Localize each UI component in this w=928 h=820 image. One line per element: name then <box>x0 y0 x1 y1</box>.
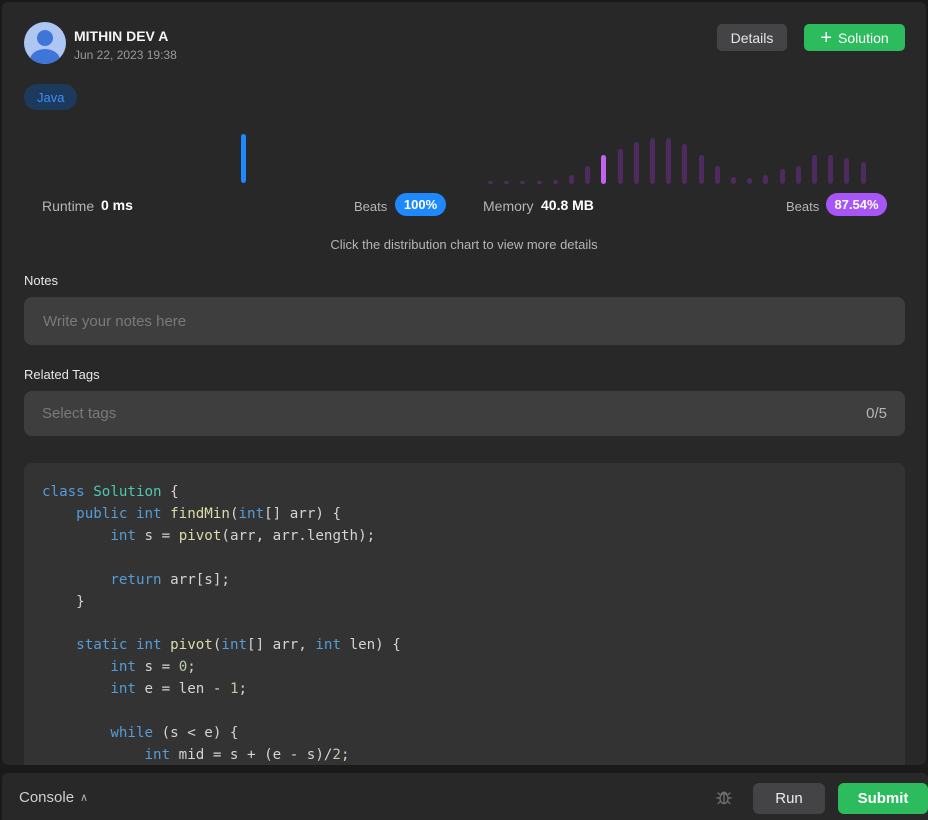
submit-button[interactable]: Submit <box>838 783 928 814</box>
run-button[interactable]: Run <box>753 783 825 814</box>
memory-distribution-bar[interactable] <box>585 166 590 184</box>
tags-placeholder: Select tags <box>42 405 117 422</box>
memory-distribution-bar[interactable] <box>763 175 768 184</box>
memory-distribution-bar[interactable] <box>488 181 493 184</box>
tags-count: 0/5 <box>866 405 887 422</box>
language-tag: Java <box>24 84 78 110</box>
avatar-body <box>30 49 60 64</box>
runtime-label: Runtime <box>42 198 95 214</box>
memory-distribution-bar[interactable] <box>812 155 817 184</box>
memory-distribution-bar[interactable] <box>537 181 542 184</box>
memory-distribution-bar[interactable] <box>844 158 849 184</box>
avatar[interactable] <box>24 22 66 64</box>
code-viewer[interactable]: class Solution { public int findMin(int[… <box>24 463 905 765</box>
console-label: Console <box>19 789 75 806</box>
memory-distribution-chart[interactable] <box>484 132 884 184</box>
memory-distribution-bar[interactable] <box>553 180 558 184</box>
memory-distribution-bar[interactable] <box>569 175 574 184</box>
memory-distribution-bar[interactable] <box>861 162 866 184</box>
memory-distribution-bar[interactable] <box>666 138 671 184</box>
runtime-beats-badge: 100% <box>395 193 446 216</box>
tags-select[interactable]: Select tags 0/5 <box>24 391 905 436</box>
console-toggle[interactable]: Console ∧ <box>19 789 88 806</box>
memory-label: Memory <box>483 198 534 214</box>
plus-icon: + <box>820 26 833 49</box>
chevron-up-icon: ∧ <box>80 792 89 804</box>
related-tags-label: Related Tags <box>24 367 100 382</box>
memory-beats-badge: 87.54% <box>826 193 887 216</box>
memory-distribution-bar[interactable] <box>682 144 687 184</box>
memory-distribution-bar[interactable] <box>504 181 509 184</box>
details-button[interactable]: Details <box>717 24 787 51</box>
solution-button-label: Solution <box>838 29 889 46</box>
distribution-hint: Click the distribution chart to view mor… <box>330 237 598 252</box>
memory-beats-label: Beats <box>786 199 820 214</box>
runtime-value: 0 ms <box>101 197 133 213</box>
avatar-head <box>37 30 53 46</box>
memory-distribution-bar[interactable] <box>828 155 833 184</box>
runtime-beats-label: Beats <box>354 199 388 214</box>
submission-timestamp: Jun 22, 2023 19:38 <box>74 48 177 62</box>
memory-distribution-bar[interactable] <box>747 178 752 184</box>
memory-distribution-bar[interactable] <box>715 166 720 184</box>
memory-distribution-bar[interactable] <box>618 149 623 184</box>
memory-distribution-bar[interactable] <box>699 155 704 184</box>
bug-icon[interactable] <box>715 788 733 806</box>
code-content: class Solution { public int findMin(int[… <box>42 484 401 763</box>
memory-distribution-bar[interactable] <box>796 166 801 184</box>
bottom-toolbar: Console ∧ Run Submit <box>2 773 928 820</box>
memory-value: 40.8 MB <box>541 197 594 213</box>
solution-button[interactable]: + Solution <box>804 24 905 51</box>
memory-distribution-bar[interactable] <box>731 177 736 184</box>
notes-label: Notes <box>24 273 58 288</box>
memory-distribution-bar[interactable] <box>780 169 785 184</box>
memory-distribution-bar[interactable] <box>520 181 525 184</box>
user-name[interactable]: MITHIN DEV A <box>74 28 168 44</box>
memory-distribution-bar[interactable] <box>650 138 655 184</box>
notes-input[interactable] <box>24 297 905 345</box>
memory-distribution-bar[interactable] <box>601 155 606 184</box>
memory-distribution-bar[interactable] <box>634 142 639 184</box>
submission-panel: MITHIN DEV A Jun 22, 2023 19:38 Details … <box>2 2 926 765</box>
runtime-distribution-bar[interactable] <box>241 134 246 183</box>
